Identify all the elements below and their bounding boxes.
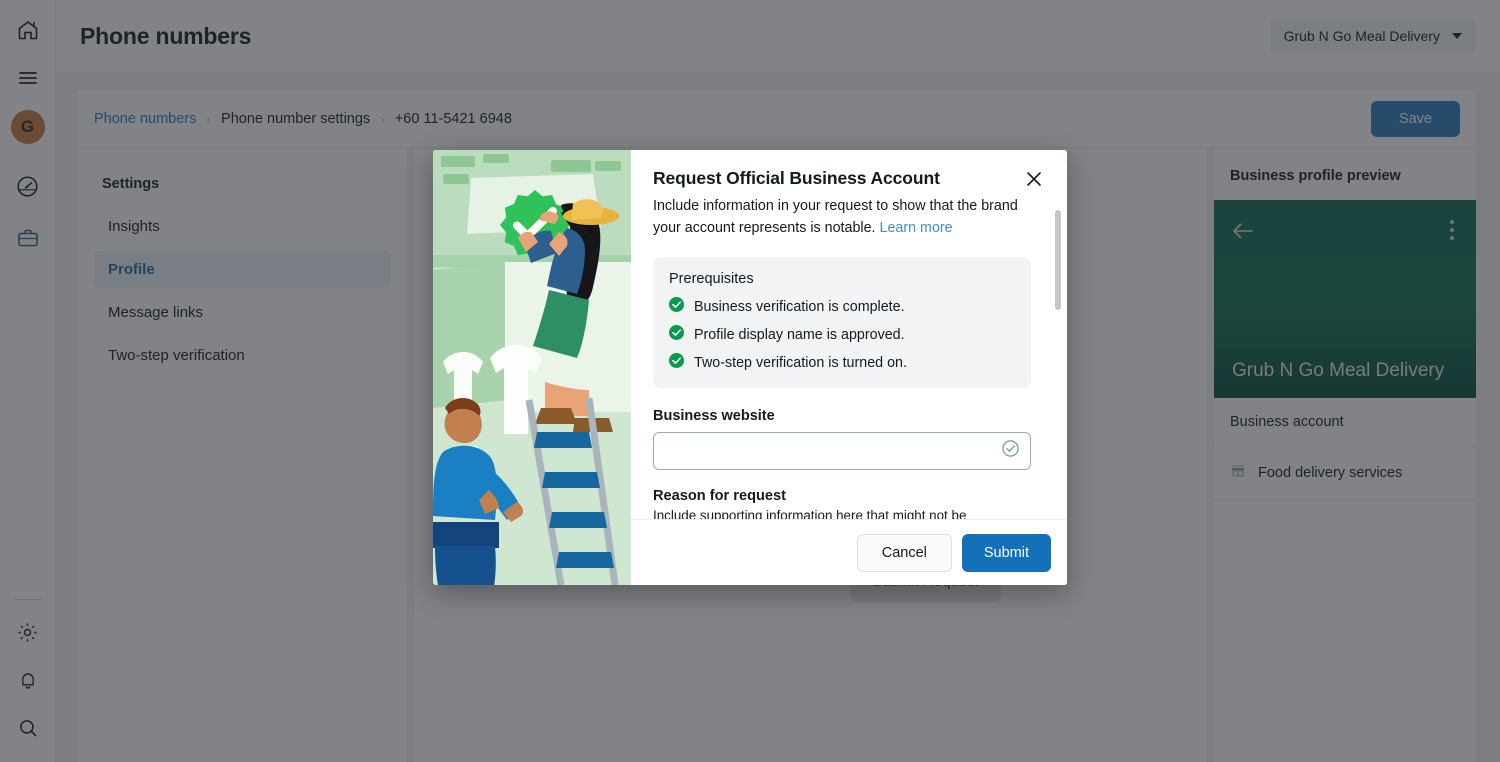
business-website-field[interactable]: [653, 432, 1031, 471]
dialog-header: Request Official Business Account: [631, 150, 1067, 196]
check-circle-icon: [669, 353, 684, 372]
dialog-scroll-region: Include information in your request to s…: [631, 196, 1067, 519]
prerequisite-item: Business verification is complete.: [669, 297, 1015, 316]
prerequisite-label: Business verification is complete.: [694, 298, 905, 315]
dialog-lead-copy: Include information in your request to s…: [653, 198, 1018, 236]
check-circle-icon: [1001, 439, 1020, 463]
prerequisite-label: Profile display name is approved.: [694, 326, 905, 343]
prerequisite-label: Two-step verification is turned on.: [694, 354, 907, 371]
prerequisites-heading: Prerequisites: [669, 271, 754, 288]
app-root: G: [0, 0, 1500, 762]
dialog-footer: Cancel Submit: [631, 519, 1067, 585]
dialog-lead-text: Include information in your request to s…: [653, 196, 1045, 239]
submit-button[interactable]: Submit: [961, 533, 1051, 572]
dialog-scrollbar[interactable]: [1055, 196, 1061, 519]
dialog-illustration: [433, 150, 631, 585]
request-official-business-account-dialog: Request Official Business Account Includ…: [433, 150, 1067, 585]
prerequisite-item: Two-step verification is turned on.: [669, 353, 1015, 372]
prerequisites-card: Prerequisites Business verification is c…: [653, 257, 1031, 389]
learn-more-link[interactable]: Learn more: [880, 220, 953, 236]
reason-for-request-subtext: Include supporting information here that…: [653, 508, 967, 519]
close-icon[interactable]: [1023, 168, 1045, 190]
business-website-input[interactable]: [666, 443, 1001, 460]
dialog-title: Request Official Business Account: [653, 168, 940, 188]
check-circle-icon: [669, 297, 684, 316]
business-website-label: Business website: [653, 408, 775, 425]
dialog-scrollbar-thumb[interactable]: [1055, 210, 1061, 310]
prerequisite-item: Profile display name is approved.: [669, 325, 1015, 344]
check-circle-icon: [669, 325, 684, 344]
reason-for-request-heading: Reason for request: [653, 488, 786, 505]
dialog-body: Request Official Business Account Includ…: [631, 150, 1067, 585]
cancel-button[interactable]: Cancel: [856, 533, 952, 572]
